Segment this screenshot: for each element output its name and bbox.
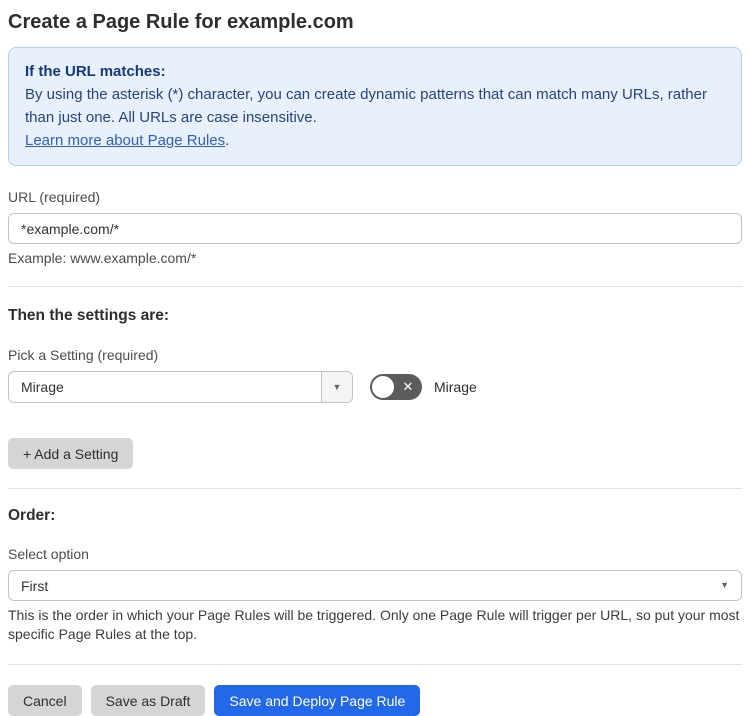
divider xyxy=(8,664,742,665)
url-example-hint: Example: www.example.com/* xyxy=(8,250,197,266)
setting-select-arrow-button[interactable]: ▼ xyxy=(321,372,352,402)
chevron-down-icon: ▼ xyxy=(332,381,342,392)
order-select-value: First xyxy=(21,577,49,594)
setting-select[interactable]: Mirage ▼ xyxy=(8,371,353,403)
divider xyxy=(8,286,742,287)
url-field-label: URL (required) xyxy=(8,189,101,205)
info-box-body: By using the asterisk (*) character, you… xyxy=(25,86,707,126)
info-box-link-line: Learn more about Page Rules. xyxy=(25,129,725,152)
add-setting-button[interactable]: + Add a Setting xyxy=(8,438,134,469)
toggle-x-icon: ✕ xyxy=(402,379,414,394)
link-suffix: . xyxy=(225,132,230,149)
save-and-deploy-button[interactable]: Save and Deploy Page Rule xyxy=(214,685,421,716)
learn-more-link[interactable]: Learn more about Page Rules xyxy=(25,132,225,149)
url-input[interactable] xyxy=(8,213,742,244)
info-box-heading: If the URL matches: xyxy=(25,63,166,80)
save-as-draft-button[interactable]: Save as Draft xyxy=(90,685,206,716)
chevron-down-icon: ▼ xyxy=(720,580,729,590)
setting-select-value: Mirage xyxy=(21,379,64,395)
toggle-knob xyxy=(372,376,394,398)
order-select-label: Select option xyxy=(8,546,89,562)
order-select-arrow: ▼ xyxy=(720,581,741,590)
setting-picker-label: Pick a Setting (required) xyxy=(8,347,159,363)
page-title: Create a Page Rule for example.com xyxy=(8,11,354,33)
url-match-info-box: If the URL matches: By using the asteris… xyxy=(8,47,742,166)
order-section-heading: Order: xyxy=(8,507,56,524)
order-help-text: This is the order in which your Page Rul… xyxy=(8,607,740,642)
settings-section-heading: Then the settings are: xyxy=(8,307,170,324)
order-select[interactable]: First ▼ xyxy=(8,570,742,601)
mirage-toggle[interactable]: ✕ xyxy=(370,374,422,400)
setting-row: Mirage ▼ ✕ Mirage xyxy=(8,371,742,403)
toggle-label: Mirage xyxy=(434,379,477,395)
page-rule-form: Create a Page Rule for example.com If th… xyxy=(0,0,750,716)
divider xyxy=(8,488,742,489)
footer-actions: Cancel Save as Draft Save and Deploy Pag… xyxy=(8,685,742,716)
cancel-button[interactable]: Cancel xyxy=(8,685,82,716)
